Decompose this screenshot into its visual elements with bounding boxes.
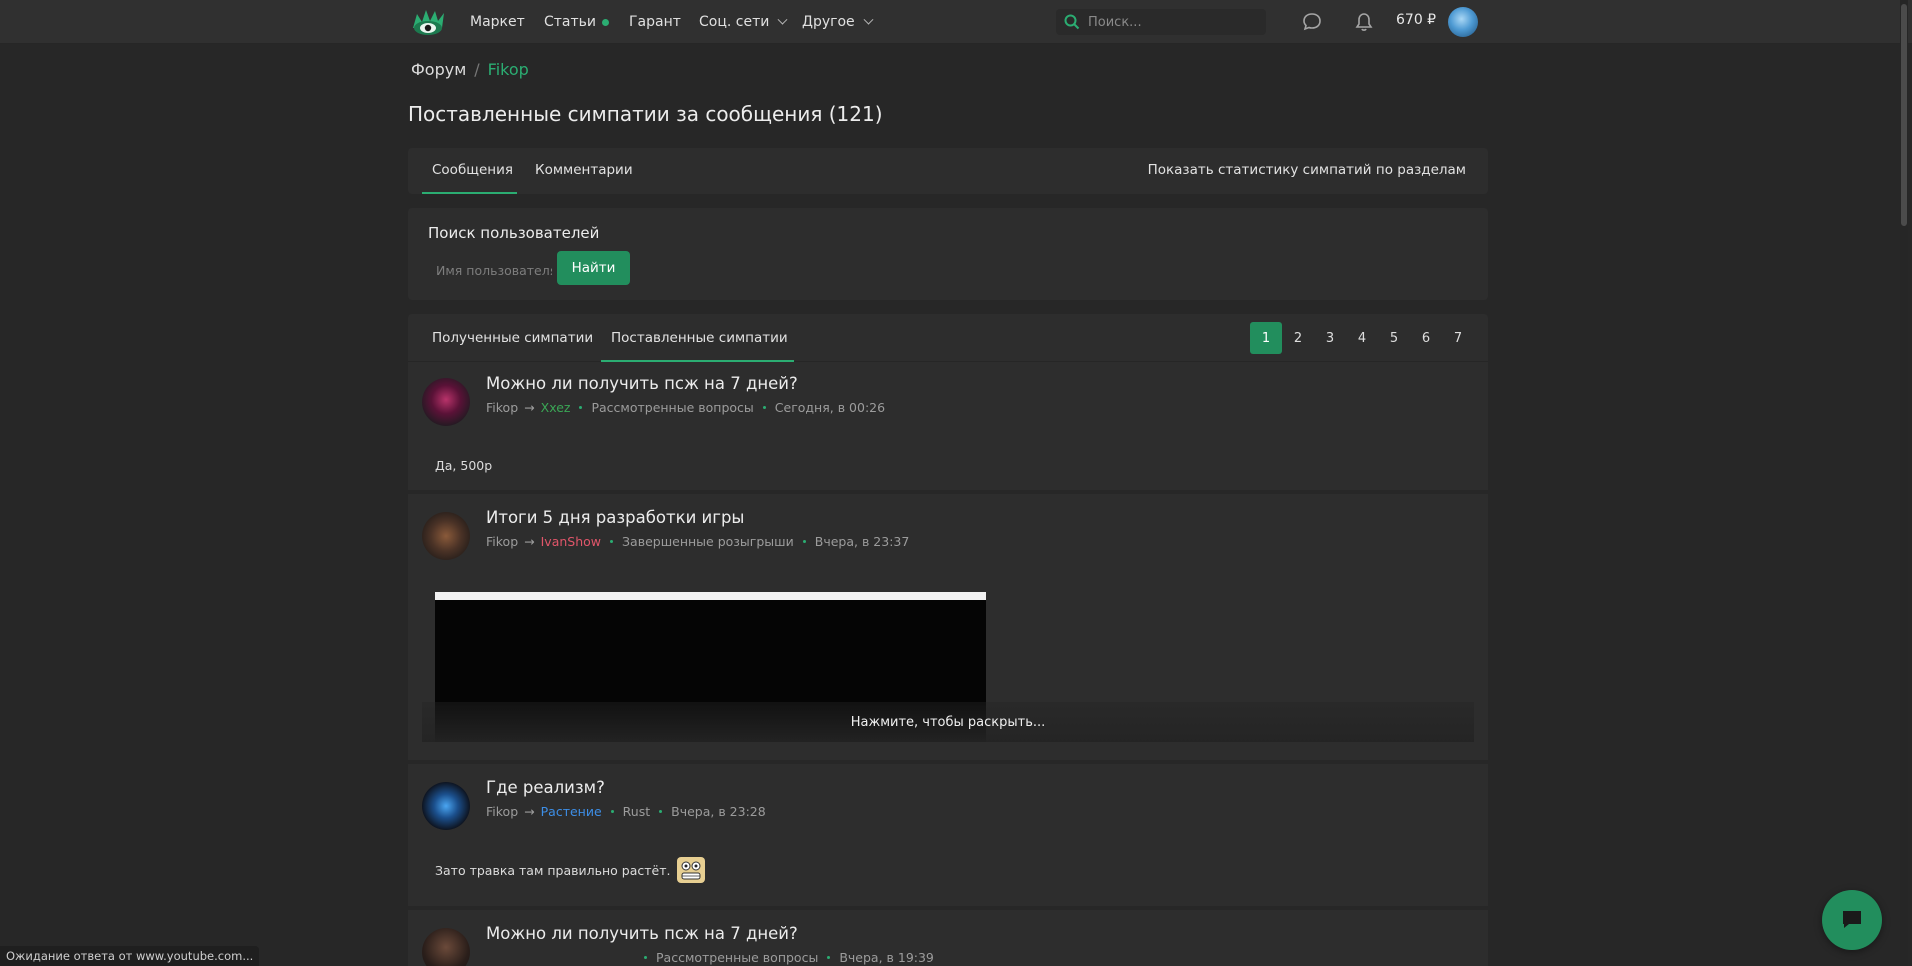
scrollbar-thumb[interactable] xyxy=(1901,4,1907,226)
post-text: Да, 500р xyxy=(435,458,492,473)
list-item: Где реализм? Fikop → Растение Rust Вчера… xyxy=(408,766,1488,910)
likes-tabs: Полученные симпатии Поставленные симпати… xyxy=(408,314,1488,362)
separator-dot xyxy=(610,810,614,813)
post-time: Вчера, в 23:28 xyxy=(671,804,766,819)
breadcrumb-forum[interactable]: Форум xyxy=(411,60,466,79)
recipient-link[interactable]: Растение xyxy=(541,804,602,819)
breadcrumb-current[interactable]: Fikop xyxy=(488,60,529,79)
arrow-right-icon: → xyxy=(524,804,535,819)
chevron-down-icon xyxy=(777,14,788,25)
list-item: Можно ли получить псж на 7 дней? Fikop →… xyxy=(408,362,1488,494)
author-link[interactable]: Fikop xyxy=(486,534,518,549)
post-text: Зато травка там правильно растёт. xyxy=(435,856,706,884)
search-icon xyxy=(1064,14,1080,30)
username-input[interactable] xyxy=(428,254,552,286)
tab-given-likes[interactable]: Поставленные симпатии xyxy=(611,330,788,346)
likes-list-panel: Полученные симпатии Поставленные симпати… xyxy=(408,314,1488,966)
separator-dot xyxy=(802,540,806,543)
post-title[interactable]: Можно ли получить псж на 7 дней? xyxy=(486,924,798,943)
video-titlebar xyxy=(435,592,986,600)
avatar[interactable] xyxy=(422,928,470,966)
bell-icon[interactable] xyxy=(1353,11,1375,33)
page-2[interactable]: 2 xyxy=(1282,322,1314,354)
search-input[interactable] xyxy=(1088,14,1248,30)
post-text-content: Да, 500р xyxy=(435,458,493,473)
chevron-down-icon xyxy=(863,14,874,25)
breadcrumb: Форум / Fikop xyxy=(411,60,529,79)
separator-dot xyxy=(762,406,766,409)
section-link[interactable]: Рассмотренные вопросы xyxy=(591,400,753,415)
user-search-title: Поиск пользователей xyxy=(428,224,600,242)
nav-market[interactable]: Маркет xyxy=(470,12,525,32)
page-scrollbar[interactable] xyxy=(1900,0,1908,966)
page-4[interactable]: 4 xyxy=(1346,322,1378,354)
nav-articles[interactable]: Статьи xyxy=(544,12,610,32)
list-item: Итоги 5 дня разработки игры Fikop → Ivan… xyxy=(408,496,1488,764)
author-link[interactable]: Fikop xyxy=(486,804,518,819)
separator-dot xyxy=(644,956,647,959)
page-3[interactable]: 3 xyxy=(1314,322,1346,354)
post-time: Вчера, в 19:39 xyxy=(839,950,934,965)
chat-bubble-icon xyxy=(1843,911,1861,928)
arrow-right-icon: → xyxy=(524,534,535,549)
tab-received-likes[interactable]: Полученные симпатии xyxy=(432,330,593,346)
nav-guarantor[interactable]: Гарант xyxy=(629,12,681,32)
post-title[interactable]: Итоги 5 дня разработки игры xyxy=(486,508,744,527)
separator-dot xyxy=(659,810,663,813)
section-link[interactable]: Рассмотренные вопросы xyxy=(656,950,818,965)
chat-icon[interactable] xyxy=(1301,11,1323,33)
list-item: Можно ли получить псж на 7 дней? Рассмот… xyxy=(408,912,1488,966)
breadcrumb-separator: / xyxy=(474,60,480,79)
separator-dot xyxy=(579,406,583,409)
arrow-right-icon: → xyxy=(524,400,535,415)
post-meta: Fikop → IvanShow Завершенные розыгрыши В… xyxy=(486,534,909,549)
post-time: Сегодня, в 00:26 xyxy=(774,400,886,415)
avatar[interactable] xyxy=(422,378,470,426)
section-link[interactable]: Rust xyxy=(623,804,650,819)
tab-posts[interactable]: Сообщения xyxy=(432,162,513,178)
stats-by-section-link[interactable]: Показать статистику симпатий по разделам xyxy=(1148,162,1466,178)
separator-dot xyxy=(610,540,614,543)
section-link[interactable]: Завершенные розыгрыши xyxy=(622,534,794,549)
post-title[interactable]: Где реализм? xyxy=(486,778,605,797)
tab-comments[interactable]: Комментарии xyxy=(535,162,633,178)
nav-other[interactable]: Другое xyxy=(802,12,874,32)
recipient-link[interactable]: Xxez xyxy=(541,400,571,415)
balance[interactable]: 670 ₽ xyxy=(1396,12,1436,28)
pagination: 1 2 3 4 5 6 7 xyxy=(1250,322,1474,354)
avatar[interactable] xyxy=(422,512,470,560)
recipient-link[interactable]: IvanShow xyxy=(541,534,601,549)
logo-icon[interactable] xyxy=(411,6,447,38)
post-meta: Рассмотренные вопросы Вчера, в 19:39 xyxy=(641,950,934,965)
post-title[interactable]: Можно ли получить псж на 7 дней? xyxy=(486,374,798,393)
new-indicator-dot xyxy=(602,18,610,26)
post-meta: Fikop → Xxez Рассмотренные вопросы Сегод… xyxy=(486,400,885,415)
separator-dot xyxy=(827,956,831,959)
grin-emoji-icon xyxy=(677,857,706,883)
nav-social[interactable]: Соц. сети xyxy=(699,12,788,32)
active-tab-underline xyxy=(422,192,517,194)
user-avatar[interactable] xyxy=(1448,7,1478,37)
browser-status-bar: Ожидание ответа от www.youtube.com... xyxy=(0,946,260,966)
avatar[interactable] xyxy=(422,782,470,830)
page-7[interactable]: 7 xyxy=(1442,322,1474,354)
find-button[interactable]: Найти xyxy=(557,251,630,285)
page-5[interactable]: 5 xyxy=(1378,322,1410,354)
post-time: Вчера, в 23:37 xyxy=(814,534,910,549)
page-title: Поставленные симпатии за сообщения (121) xyxy=(408,102,883,126)
expand-button[interactable]: Нажмите, чтобы раскрыть... xyxy=(422,702,1474,742)
post-meta: Fikop → Растение Rust Вчера, в 23:28 xyxy=(486,804,766,819)
search-box[interactable] xyxy=(1056,9,1266,35)
page-1[interactable]: 1 xyxy=(1250,322,1282,354)
page-6[interactable]: 6 xyxy=(1410,322,1442,354)
top-navigation: Маркет Статьи Гарант Соц. сети Другое 67… xyxy=(0,0,1912,44)
support-chat-button[interactable] xyxy=(1822,890,1882,950)
user-search-panel: Поиск пользователей Найти xyxy=(408,208,1488,300)
post-text-content: Зато травка там правильно растёт. xyxy=(435,862,671,878)
content-tabs: Сообщения Комментарии Показать статистик… xyxy=(408,148,1488,194)
author-link[interactable]: Fikop xyxy=(486,400,518,415)
